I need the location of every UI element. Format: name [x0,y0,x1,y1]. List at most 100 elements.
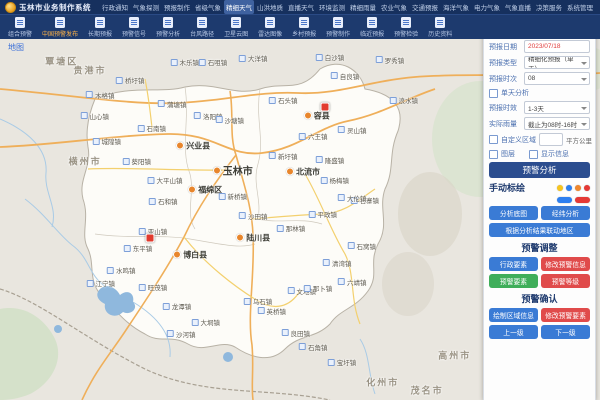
town-label: 平政镇 [309,209,338,219]
county-label: 容县 [304,110,330,121]
toolbar-item[interactable]: 历史资料 [426,17,454,38]
forecast-date-row: 预报日期 2023/07/18 [489,40,590,53]
town-marker-icon [338,278,345,285]
plot-color-dot[interactable] [557,185,563,191]
forecast-time-select[interactable]: 08 [524,72,590,85]
toolbar-item[interactable]: 卫星云图 [222,17,250,38]
forecast-type-row: 预报类型 精细化预报（单天） [489,56,590,69]
layer-checkbox[interactable] [489,150,498,159]
top-nav-item[interactable]: 行政通知 [100,0,130,14]
app-logo-icon [5,2,16,13]
single-day-checkbox[interactable] [489,89,498,98]
top-nav-item[interactable]: 交通预报 [410,0,440,14]
custom-area-row: 自定义区域 平方公里 [489,133,590,146]
toolbar-item[interactable]: 预警检验 [392,17,420,38]
town-label: 浪水镇 [390,95,419,105]
town-marker-icon [309,211,316,218]
prev-level-button[interactable]: 上一级 [489,325,538,339]
county-marker-icon [173,251,181,259]
town-marker-icon [167,330,174,337]
document-icon [367,17,377,28]
custom-area-checkbox[interactable] [489,135,498,144]
map-breadcrumb[interactable]: 地图 [8,42,24,53]
alert-marker-icon[interactable] [146,233,155,242]
toolbar-item[interactable]: 乡村预报 [290,17,318,38]
edit-warning-info-button[interactable]: 修改预警信息 [541,257,590,271]
town-label: 水鸣镇 [107,265,136,275]
town-marker-icon [107,267,114,274]
town-label: 自良镇 [331,71,360,81]
town-marker-icon [328,359,335,366]
forecast-type-select[interactable]: 精细化预报（单天） [524,56,590,69]
custom-area-unit: 平方公里 [566,135,592,145]
plot-color-dot[interactable] [584,185,590,191]
top-nav-item[interactable]: 系统管理 [565,0,595,14]
toolbar-item[interactable]: 组合预警 [6,17,34,38]
edit-warning-elements-button[interactable]: 修改预警要素 [541,308,590,322]
toolbar-item[interactable]: 预警信号 [120,17,148,38]
analysis-basemap-button[interactable]: 分析底图 [489,206,538,220]
town-label: 旺茂镇 [139,282,168,292]
link-region-by-result-button[interactable]: 根据分析结果联动地区 [489,223,590,237]
warning-analysis-button[interactable]: 预警分析 [489,162,590,178]
plot-color-dot[interactable] [575,185,581,191]
top-nav-item[interactable]: 精细雨量 [348,0,378,14]
toolbar-item[interactable]: 长期预报 [86,17,114,38]
town-marker-icon [338,194,345,201]
top-nav-item[interactable]: 电力气象 [472,0,502,14]
forecast-validity-label: 预报时效 [489,103,521,113]
forecast-type-label: 预报类型 [489,58,521,68]
toolbar-item-label: 雷达图像 [258,29,282,38]
toolbar-item[interactable]: 临近预报 [358,17,386,38]
actual-rain-select[interactable]: 截止为08时-16时 [524,117,590,130]
app-window: 玉林市业务制作系统 行政通知气象探测预报制作省级气象精细天气山洪地质直播天气环境… [0,0,600,400]
toolbar-item[interactable]: 中国预警发布 [40,17,80,38]
town-label: 大洋镇 [239,53,268,63]
top-nav-item[interactable]: 省级气象 [193,0,223,14]
single-day-label: 单天分析 [501,88,529,98]
custom-area-label: 自定义区域 [501,135,536,145]
town-marker-icon [138,125,145,132]
model-analysis-panel: 模型分析 预报日期 2023/07/18 预报类型 精细化预报（单天） 预报时次… [483,16,596,400]
city-label: 茂名市 [411,383,444,396]
top-nav-item[interactable]: 精细天气 [224,0,254,14]
town-marker-icon [139,284,146,291]
top-nav-item[interactable]: 预报制作 [162,0,192,14]
town-marker-icon [158,100,165,107]
toolbar-item[interactable]: 预警分析 [154,17,182,38]
custom-area-input[interactable] [539,133,563,146]
document-icon [401,17,411,28]
town-label: 宝圩镇 [328,357,357,367]
plot-tool-pill[interactable] [575,197,590,203]
warning-level-button[interactable]: 预警等级 [541,274,590,288]
top-nav-item[interactable]: 海洋气象 [441,0,471,14]
plot-color-dot[interactable] [566,185,572,191]
next-level-button[interactable]: 下一级 [541,325,590,339]
forecast-validity-select[interactable]: 1-3天 [524,101,590,114]
latlon-analysis-button[interactable]: 经纬分析 [541,206,590,220]
top-nav-item[interactable]: 直播天气 [286,0,316,14]
alert-marker-icon[interactable] [321,102,330,111]
plot-tool-pill[interactable] [557,197,572,203]
toolbar-item[interactable]: 台风路径 [188,17,216,38]
admin-elements-button[interactable]: 行政要素 [489,257,538,271]
town-label: 东平镇 [124,243,153,253]
town-marker-icon [199,59,206,66]
draw-region-info-button[interactable]: 绘制区域信息 [489,308,538,322]
show-info-checkbox[interactable] [529,150,538,159]
warning-adjust-title: 预警调整 [489,241,590,254]
top-nav-item[interactable]: 气象直播 [503,0,533,14]
document-icon [129,17,139,28]
actual-rain-value: 截止为08时-16时 [528,119,577,129]
town-marker-icon [282,329,289,336]
warning-elements-button[interactable]: 预警要素 [489,274,538,288]
toolbar-item[interactable]: 雷达图像 [256,17,284,38]
top-nav-item[interactable]: 气象探测 [131,0,161,14]
toolbar-item[interactable]: 预警制作 [324,17,352,38]
manual-plot-title: 手动标绘 [489,181,525,194]
top-nav-item[interactable]: 决策服务 [534,0,564,14]
forecast-date-input[interactable]: 2023/07/18 [524,40,590,53]
top-nav-item[interactable]: 山洪地质 [255,0,285,14]
top-nav-item[interactable]: 农业气象 [379,0,409,14]
top-nav-item[interactable]: 环境监测 [317,0,347,14]
